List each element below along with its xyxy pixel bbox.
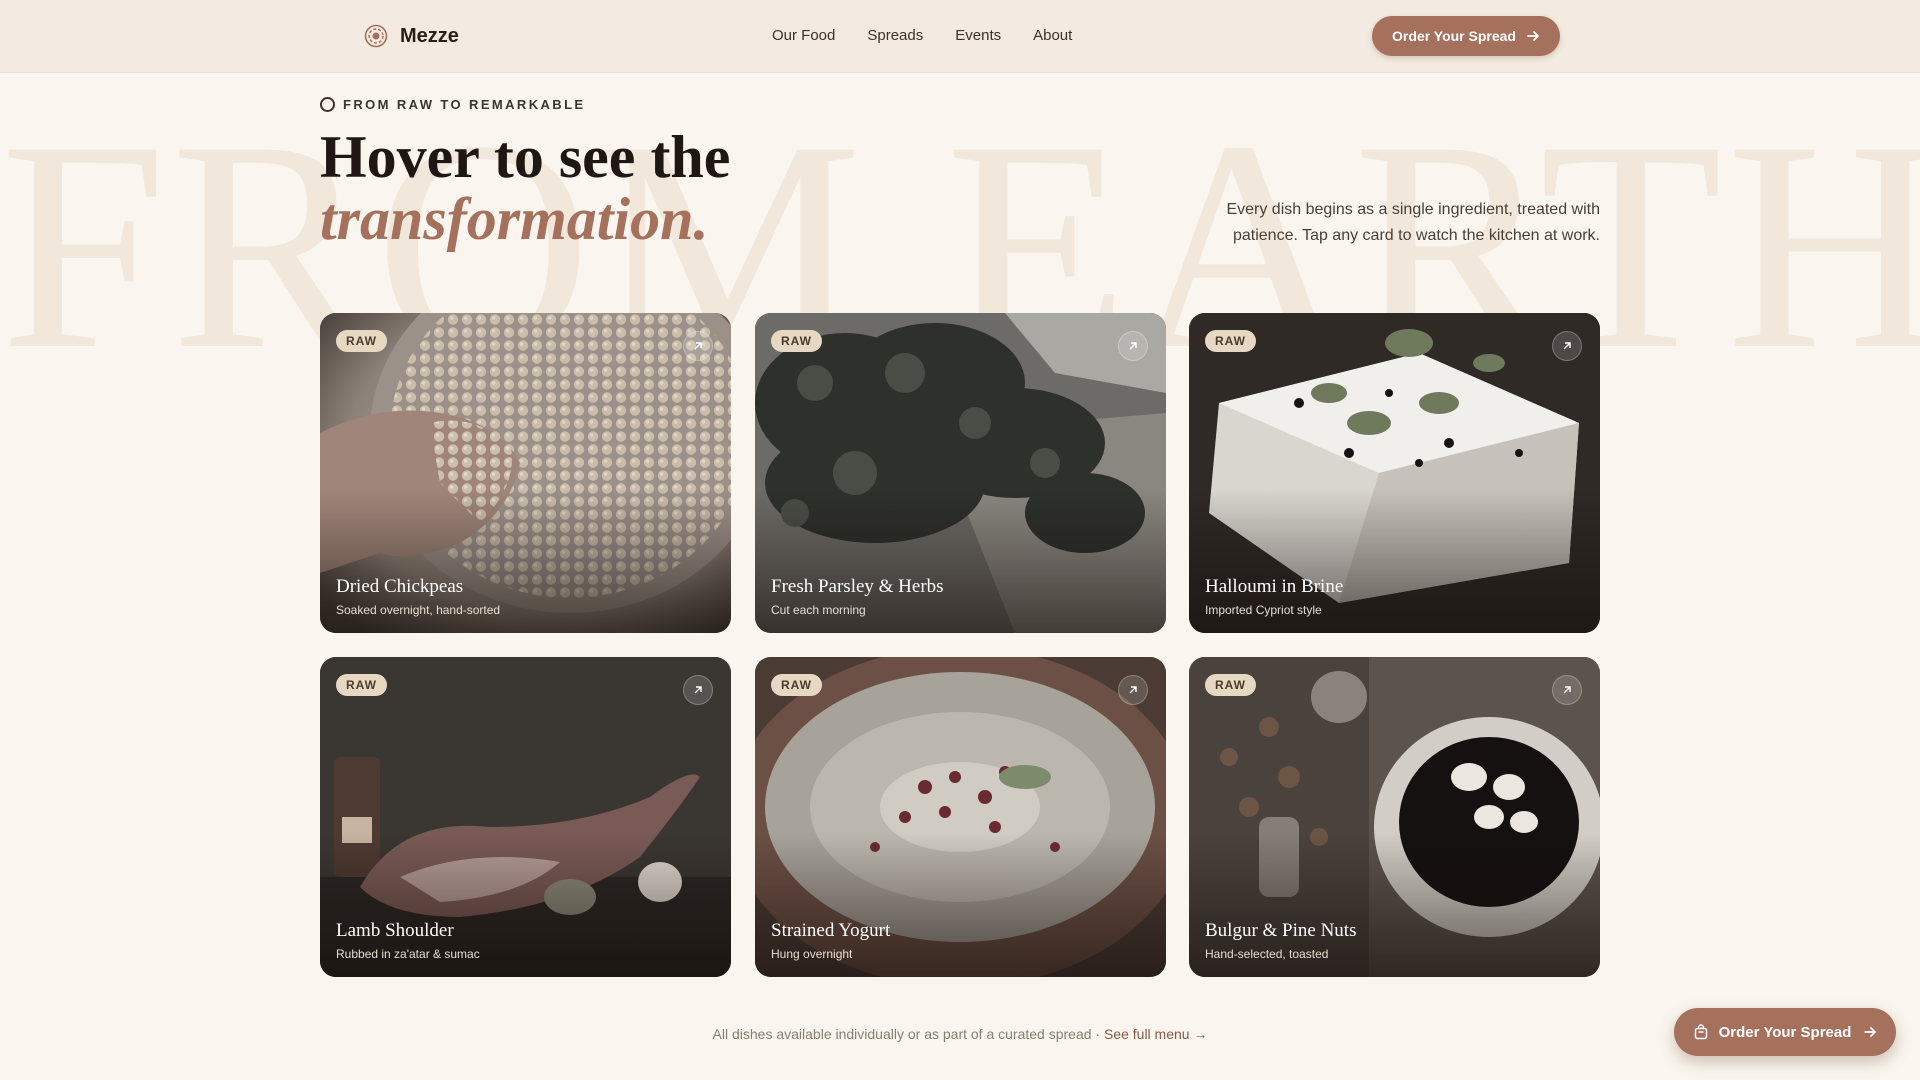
see-full-menu-link[interactable]: See full menu → [1104, 1026, 1208, 1042]
expand-icon[interactable] [1552, 675, 1582, 705]
card-subtitle: Rubbed in za'atar & sumac [336, 947, 480, 961]
card-title: Fresh Parsley & Herbs [771, 576, 944, 597]
card-subtitle: Cut each morning [771, 603, 866, 617]
floating-order-label: Order Your Spread [1718, 1023, 1852, 1041]
card-fresh-parsley[interactable]: RAW Fresh Parsley & Herbs Cut each morni… [755, 313, 1166, 633]
expand-icon[interactable] [683, 675, 713, 705]
nav-link-our-food[interactable]: Our Food [772, 27, 835, 44]
card-subtitle: Soaked overnight, hand-sorted [336, 603, 501, 617]
raw-badge: RAW [771, 330, 822, 352]
page-title: Hover to see the transformation. [320, 126, 730, 250]
card-title: Lamb Shoulder [336, 920, 454, 941]
logo-spiral-icon [364, 24, 388, 48]
top-nav: Mezze Our Food Spreads Events About Orde… [0, 0, 1920, 73]
floating-order-button[interactable]: Order Your Spread [1674, 1008, 1896, 1056]
nav-link-spreads[interactable]: Spreads [867, 27, 923, 44]
card-lamb-shoulder[interactable]: RAW Lamb Shoulder Rubbed in za'atar & su… [320, 657, 731, 977]
expand-icon[interactable] [1118, 331, 1148, 361]
card-dried-chickpeas[interactable]: RAW Dried Chickpeas Soaked overnight, ha… [320, 313, 731, 633]
card-bulgur-pine-nuts[interactable]: RAW Bulgur & Pine Nuts Hand-selected, to… [1189, 657, 1600, 977]
footer-note: All dishes available individually or as … [0, 1026, 1920, 1042]
brand-logo[interactable]: Mezze [364, 24, 459, 48]
card-title: Strained Yogurt [771, 920, 891, 941]
card-subtitle: Hand-selected, toasted [1205, 947, 1329, 961]
order-your-spread-button[interactable]: Order Your Spread [1372, 16, 1560, 56]
arrow-right-icon [1864, 1027, 1877, 1037]
nav-link-events[interactable]: Events [955, 27, 1001, 44]
brand-name: Mezze [400, 24, 459, 47]
expand-icon[interactable] [1118, 675, 1148, 705]
footer-note-text: All dishes available individually or as … [712, 1026, 1104, 1042]
expand-icon[interactable] [1552, 331, 1582, 361]
card-title: Dried Chickpeas [336, 576, 464, 597]
arrow-right-icon [1527, 31, 1539, 41]
card-title: Halloumi in Brine [1205, 576, 1344, 597]
eyebrow-text: FROM RAW TO REMARKABLE [343, 97, 586, 112]
intro-text: Every dish begins as a single ingredient… [1226, 201, 1600, 244]
card-halloumi[interactable]: RAW Halloumi in Brine Imported Cypriot s… [1189, 313, 1600, 633]
expand-icon[interactable] [683, 331, 713, 361]
raw-badge: RAW [336, 330, 387, 352]
card-subtitle: Imported Cypriot style [1205, 603, 1322, 617]
raw-badge: RAW [771, 674, 822, 696]
circle-icon [320, 97, 335, 112]
shopping-bag-icon [1694, 1024, 1707, 1040]
nav-link-about[interactable]: About [1033, 27, 1072, 44]
title-line-2: transformation. [320, 186, 709, 252]
eyebrow: FROM RAW TO REMARKABLE [320, 97, 586, 112]
card-title: Bulgur & Pine Nuts [1205, 920, 1357, 941]
raw-badge: RAW [1205, 330, 1256, 352]
nav-links: Our Food Spreads Events About [772, 27, 1104, 44]
title-line-1: Hover to see the [320, 124, 731, 190]
raw-badge: RAW [336, 674, 387, 696]
raw-badge: RAW [1205, 674, 1256, 696]
card-strained-yogurt[interactable]: RAW Strained Yogurt Hung overnight [755, 657, 1166, 977]
order-button-label: Order Your Spread [1392, 28, 1516, 44]
card-subtitle: Hung overnight [771, 947, 853, 961]
